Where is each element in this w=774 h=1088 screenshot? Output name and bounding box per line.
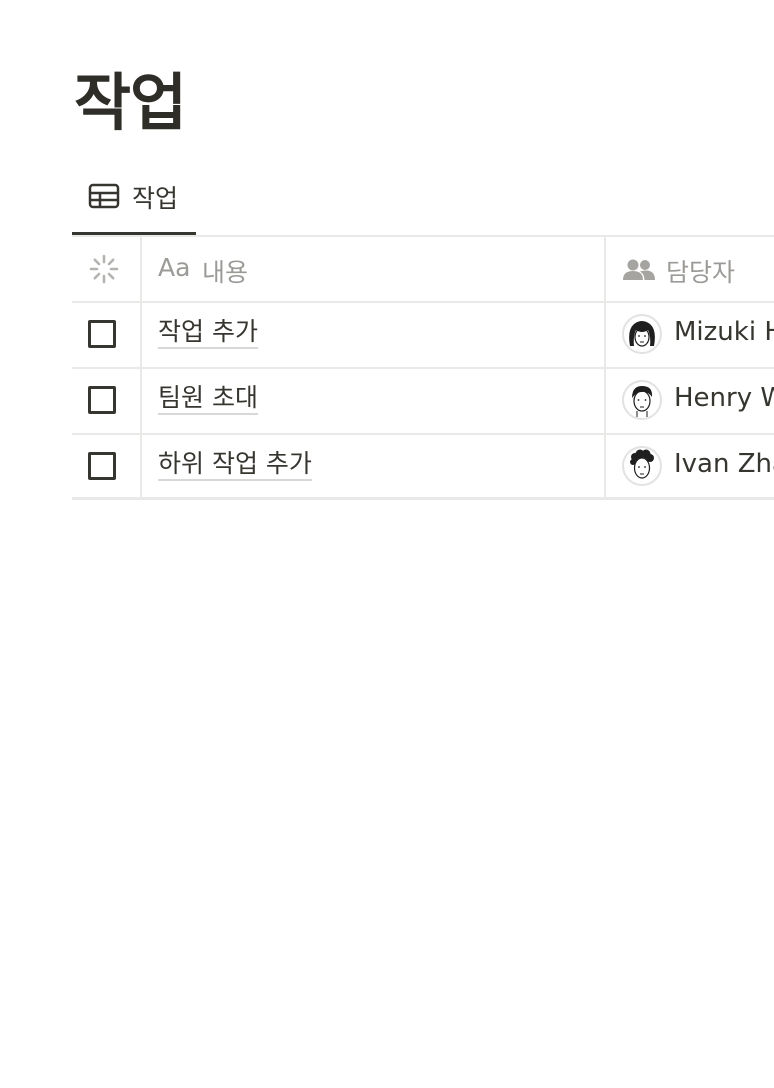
text-type-icon: Aa bbox=[158, 253, 191, 282]
checkbox-cell bbox=[72, 303, 142, 367]
task-table: Aa 내용 담당자 작업 추가 Mizuki H 팀원 초대 Henry W 하… bbox=[72, 235, 774, 500]
task-checkbox[interactable] bbox=[88, 452, 116, 480]
name-cell: 팀원 초대 bbox=[142, 369, 606, 433]
name-cell: 하위 작업 추가 bbox=[142, 435, 606, 497]
avatar-man-icon bbox=[622, 380, 662, 420]
table-icon bbox=[88, 183, 120, 209]
name-cell: 작업 추가 bbox=[142, 303, 606, 367]
table-row: 작업 추가 Mizuki H bbox=[72, 301, 774, 367]
assignee-name: Ivan Zha bbox=[674, 449, 774, 479]
assignee-cell[interactable]: Mizuki H bbox=[606, 303, 774, 367]
checkbox-cell bbox=[72, 435, 142, 497]
tab-table-view[interactable]: 작업 bbox=[72, 166, 196, 235]
task-name-link[interactable]: 하위 작업 추가 bbox=[158, 449, 312, 481]
assignee-name: Mizuki H bbox=[674, 317, 774, 347]
avatar-woman-icon bbox=[622, 314, 662, 354]
name-column-header[interactable]: Aa 내용 bbox=[142, 237, 606, 301]
task-name-link[interactable]: 작업 추가 bbox=[158, 317, 258, 349]
status-column-header[interactable] bbox=[72, 237, 142, 301]
task-name-link[interactable]: 팀원 초대 bbox=[158, 383, 258, 415]
view-tabs: 작업 bbox=[72, 166, 774, 236]
assignee-column-label: 담당자 bbox=[666, 258, 736, 287]
assignee-column-header[interactable]: 담당자 bbox=[606, 237, 774, 301]
table-row: 팀원 초대 Henry W bbox=[72, 367, 774, 433]
people-icon bbox=[622, 257, 656, 287]
table-header: Aa 내용 담당자 bbox=[72, 235, 774, 301]
loading-spinner-icon bbox=[88, 253, 120, 289]
tab-label: 작업 bbox=[132, 184, 179, 213]
avatar-curly-icon bbox=[622, 446, 662, 486]
assignee-cell[interactable]: Ivan Zha bbox=[606, 435, 774, 497]
checkbox-cell bbox=[72, 369, 142, 433]
table-row: 하위 작업 추가 Ivan Zha bbox=[72, 433, 774, 500]
task-checkbox[interactable] bbox=[88, 386, 116, 414]
task-checkbox[interactable] bbox=[88, 320, 116, 348]
assignee-cell[interactable]: Henry W bbox=[606, 369, 774, 433]
page-title: 작업 bbox=[74, 66, 187, 139]
name-column-label: 내용 bbox=[202, 258, 249, 287]
assignee-name: Henry W bbox=[674, 383, 774, 413]
